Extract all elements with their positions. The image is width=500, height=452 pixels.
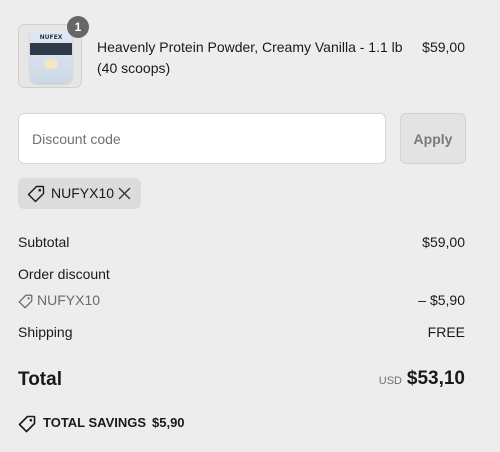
product-pouch-image: NUFEX bbox=[30, 31, 72, 83]
tag-icon bbox=[18, 415, 36, 433]
savings-label: TOTAL SAVINGS bbox=[43, 415, 147, 430]
currency-code: USD bbox=[378, 375, 402, 387]
product-brand-text: NUFEX bbox=[39, 34, 63, 41]
order-summary: NUFEX 1 Heavenly Protein Powder, Creamy … bbox=[0, 0, 500, 452]
tag-icon bbox=[18, 294, 33, 309]
applied-code-label: NUFYX10 bbox=[51, 185, 115, 201]
discount-code-text: NUFYX10 bbox=[37, 292, 101, 308]
order-discount-label: Order discount bbox=[18, 266, 110, 282]
product-price: $59,00 bbox=[422, 39, 465, 55]
subtotal-label: Subtotal bbox=[18, 234, 70, 250]
subtotal-value: $59,00 bbox=[422, 234, 465, 250]
close-icon[interactable] bbox=[118, 187, 131, 205]
shipping-label: Shipping bbox=[18, 324, 73, 340]
shipping-value: FREE bbox=[427, 324, 465, 340]
product-title: Heavenly Protein Powder, Creamy Vanilla … bbox=[97, 39, 403, 76]
savings-value: $5,90 bbox=[152, 415, 185, 430]
discount-code-input[interactable] bbox=[18, 113, 386, 164]
applied-discount-chip: NUFYX10 bbox=[18, 178, 141, 209]
discount-value: – $5,90 bbox=[418, 292, 465, 308]
tag-icon bbox=[27, 185, 45, 208]
quantity-badge: 1 bbox=[67, 16, 89, 38]
total-label: Total bbox=[18, 369, 62, 390]
total-value: $53,10 bbox=[406, 368, 465, 389]
apply-button[interactable]: Apply bbox=[400, 113, 466, 164]
